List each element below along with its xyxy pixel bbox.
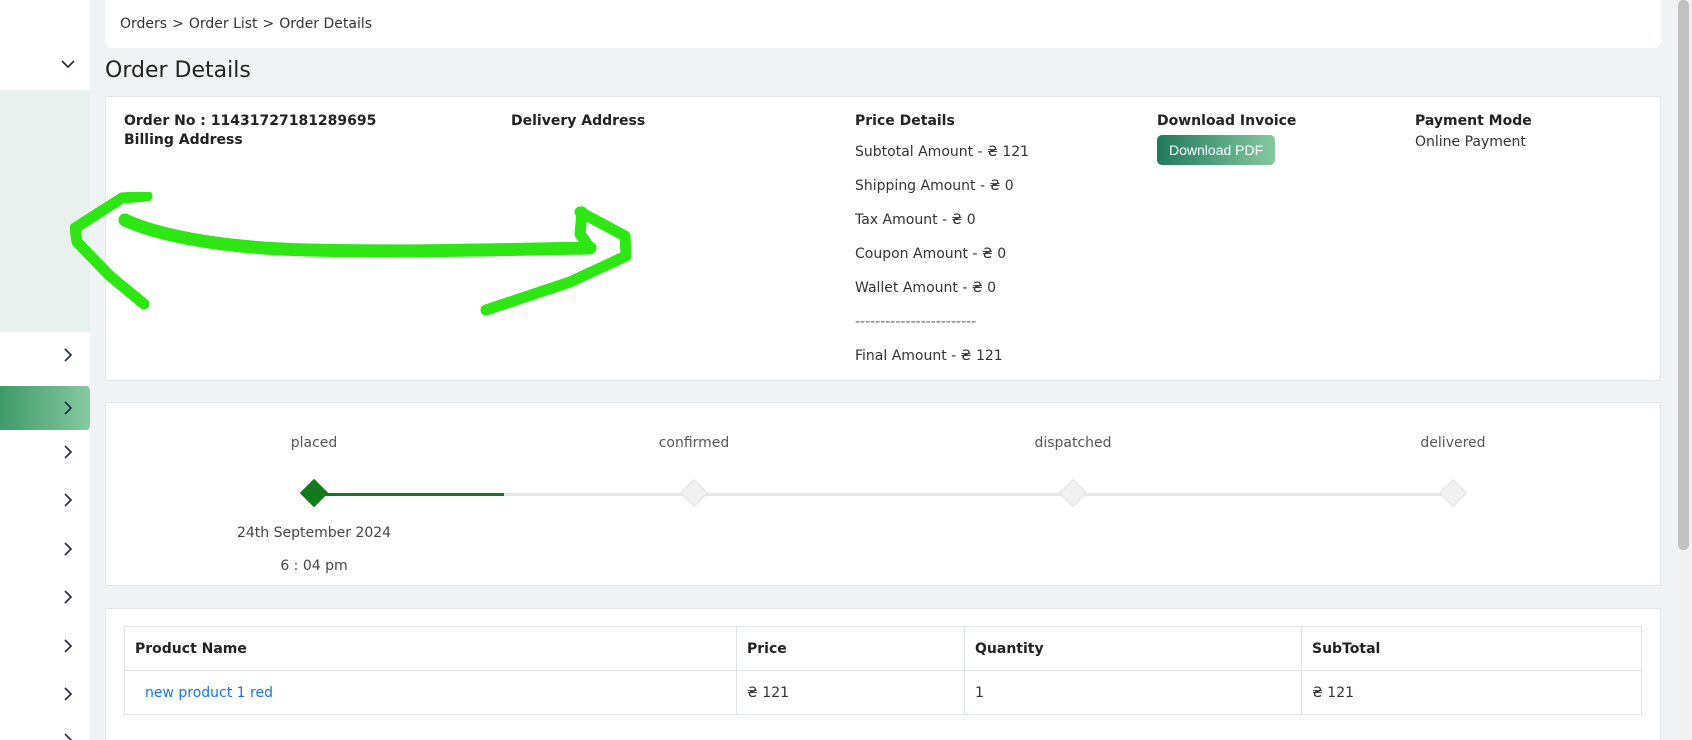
step-label-placed: placed: [290, 435, 338, 451]
table-row: new product 1 red ₴ 121 1 ₴ 121: [124, 670, 1642, 715]
coupon-amount: Coupon Amount - ₴ 0: [855, 246, 1007, 262]
chevron-right-icon: [60, 732, 76, 740]
subtotal-amount: Subtotal Amount - ₴ 121: [855, 144, 1030, 160]
column-header-price: Price: [736, 626, 965, 671]
step-label-dispatched: dispatched: [1034, 435, 1112, 451]
shipping-amount: Shipping Amount - ₴ 0: [855, 178, 1014, 194]
sidebar-item-1[interactable]: [0, 333, 90, 377]
chevron-down-icon: [60, 56, 76, 72]
track-progress: [314, 493, 504, 496]
price-details-label: Price Details: [855, 113, 955, 129]
column-header-quantity: Quantity: [964, 626, 1302, 671]
wallet-amount: Wallet Amount - ₴ 0: [855, 280, 997, 296]
billing-address-label: Billing Address: [124, 132, 243, 148]
chevron-right-icon: [60, 347, 76, 363]
scrollbar-thumb[interactable]: [1678, 0, 1689, 550]
delivery-address-label: Delivery Address: [511, 113, 646, 129]
column-header-subtotal: SubTotal: [1301, 626, 1642, 671]
chevron-right-icon: [60, 400, 76, 416]
price-details: Price Details Subtotal Amount - ₴ 121 Sh…: [855, 113, 1029, 367]
breadcrumb-order-list[interactable]: Order List: [189, 16, 258, 32]
payment-mode-value: Online Payment: [1415, 134, 1526, 150]
chevron-right-icon: [60, 492, 76, 508]
step-label-delivered: delivered: [1420, 435, 1486, 451]
sidebar: [0, 0, 90, 740]
download-invoice-label: Download Invoice: [1157, 113, 1297, 129]
step-marker-placed: [299, 478, 329, 508]
order-number: Order No : 11431727181289695: [124, 113, 377, 129]
sidebar-item-8[interactable]: [0, 672, 90, 716]
table-header-row: Product Name Price Quantity SubTotal: [124, 626, 1642, 671]
chevron-right-icon: [60, 541, 76, 557]
product-cell: new product 1 red: [124, 670, 737, 715]
step-label-confirmed: confirmed: [658, 435, 730, 451]
sidebar-item-4[interactable]: [0, 478, 90, 522]
sidebar-item-7[interactable]: [0, 624, 90, 668]
order-status-tracker: placed confirmed dispatched delivered 24…: [105, 402, 1661, 586]
chevron-right-icon: [60, 638, 76, 654]
step-marker-dispatched: [1058, 478, 1088, 508]
step-marker-confirmed: [679, 478, 709, 508]
subtotal-cell: ₴ 121: [1301, 670, 1642, 715]
quantity-cell: 1: [964, 670, 1302, 715]
breadcrumb: Orders > Order List > Order Details: [105, 0, 1661, 48]
placed-time: 6 : 04 pm: [280, 558, 348, 574]
breadcrumb-order-details: Order Details: [279, 16, 373, 32]
download-pdf-button[interactable]: Download PDF: [1157, 135, 1276, 165]
delivery-address: Delivery Address: [511, 113, 645, 129]
product-table: Product Name Price Quantity SubTotal new…: [124, 626, 1642, 715]
sidebar-item-9[interactable]: [0, 718, 90, 740]
order-info: Order No : 11431727181289695 Billing Add…: [124, 113, 376, 148]
price-divider: ------------------------: [855, 314, 977, 330]
payment-mode-label: Payment Mode: [1415, 113, 1532, 129]
final-amount: Final Amount - ₴ 121: [855, 348, 1003, 364]
sidebar-item-orders[interactable]: [0, 386, 90, 430]
price-cell: ₴ 121: [736, 670, 965, 715]
chevron-right-icon: [60, 589, 76, 605]
sidebar-item-expanded[interactable]: [0, 42, 90, 86]
breadcrumb-separator: >: [172, 16, 184, 32]
column-header-product-name: Product Name: [124, 626, 737, 671]
tax-amount: Tax Amount - ₴ 0: [855, 212, 976, 228]
page-scrollbar[interactable]: [1676, 0, 1692, 740]
product-table-card: Product Name Price Quantity SubTotal new…: [105, 608, 1661, 740]
payment-section: Payment Mode Online Payment: [1415, 113, 1532, 150]
breadcrumb-orders[interactable]: Orders: [120, 16, 167, 32]
placed-date: 24th September 2024: [236, 525, 392, 541]
sidebar-item-5[interactable]: [0, 527, 90, 571]
sidebar-item-6[interactable]: [0, 575, 90, 619]
double-arrow-annotation: [70, 192, 632, 316]
invoice-section: Download Invoice Download PDF: [1157, 113, 1296, 165]
chevron-right-icon: [60, 686, 76, 702]
step-marker-delivered: [1438, 478, 1468, 508]
page-title: Order Details: [105, 58, 251, 83]
sidebar-item-3[interactable]: [0, 430, 90, 474]
chevron-right-icon: [60, 444, 76, 460]
breadcrumb-separator: >: [262, 16, 275, 32]
product-link[interactable]: new product 1 red: [135, 685, 273, 701]
